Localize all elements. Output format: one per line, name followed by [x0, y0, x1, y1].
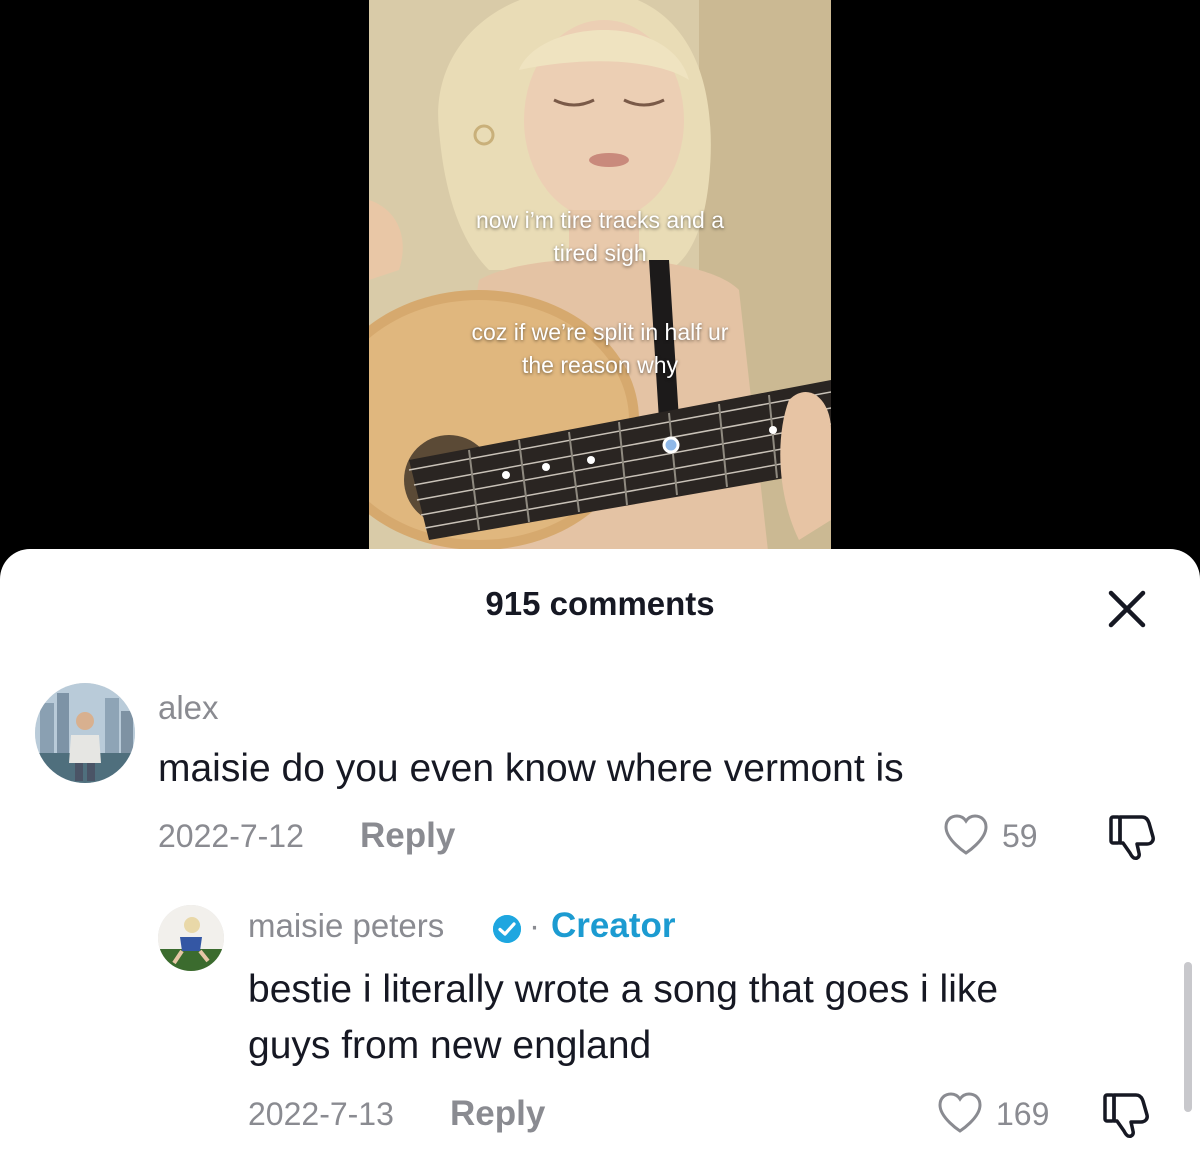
- comments-sheet: 915 comments alex maisie do you even kno: [0, 549, 1200, 1167]
- thumbs-down-icon: [1109, 815, 1155, 860]
- like-button[interactable]: [937, 1091, 983, 1140]
- video-thumbnail: [369, 0, 831, 560]
- caption-line: the reason why: [522, 352, 678, 378]
- thumbs-down-icon: [1103, 1093, 1149, 1138]
- heart-icon: [938, 1092, 982, 1133]
- caption-line: tired sigh: [553, 240, 647, 266]
- comment-username[interactable]: alex: [158, 689, 219, 727]
- comment-username[interactable]: maisie peters: [248, 907, 444, 945]
- like-count: 169: [996, 1096, 1050, 1132]
- avatar-image: [158, 905, 224, 971]
- verified-icon: [492, 914, 522, 949]
- video-frame[interactable]: now i’m tire tracks and a tired sigh coz…: [369, 0, 831, 560]
- caption-line: now i’m tire tracks and a: [476, 207, 724, 233]
- comment-text: maisie do you even know where vermont is: [158, 747, 904, 790]
- close-button[interactable]: [1104, 586, 1150, 632]
- close-icon: [1108, 590, 1146, 628]
- avatar[interactable]: [35, 683, 135, 783]
- like-count: 59: [1002, 818, 1038, 854]
- comments-count-title: 915 comments: [485, 585, 715, 622]
- comment-date: 2022-7-13: [248, 1096, 394, 1132]
- video-caption-top: now i’m tire tracks and a tired sigh: [369, 204, 831, 270]
- comment-date: 2022-7-12: [158, 818, 304, 854]
- reply-button[interactable]: Reply: [360, 816, 455, 856]
- caption-line: coz if we’re split in half ur: [471, 319, 729, 345]
- reply-button[interactable]: Reply: [450, 1094, 545, 1134]
- dislike-button[interactable]: [1106, 813, 1158, 866]
- dislike-button[interactable]: [1100, 1091, 1152, 1144]
- comment-text-line: guys from new england: [248, 1024, 652, 1067]
- video-caption-bottom: coz if we’re split in half ur the reason…: [369, 316, 831, 382]
- comment-text: bestie i literally wrote a song that goe…: [248, 962, 998, 1074]
- creator-badge: Creator: [551, 906, 676, 945]
- video-player[interactable]: now i’m tire tracks and a tired sigh coz…: [0, 0, 1200, 560]
- like-button[interactable]: [943, 813, 989, 862]
- avatar[interactable]: [158, 905, 224, 971]
- avatar-image: [35, 683, 135, 783]
- badge-separator: ·: [529, 907, 540, 944]
- scrollbar[interactable]: [1184, 962, 1192, 1112]
- heart-icon: [944, 814, 988, 855]
- comment-text-line: bestie i literally wrote a song that goe…: [248, 968, 999, 1011]
